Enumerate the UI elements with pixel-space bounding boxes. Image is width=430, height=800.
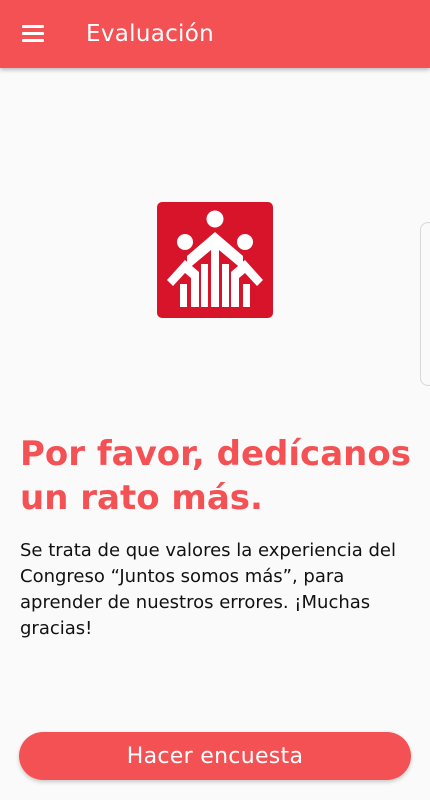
app-toolbar: Evaluación [0, 0, 430, 68]
side-drawer-handle[interactable] [420, 222, 430, 386]
toolbar-title: Evaluación [86, 21, 214, 47]
headline: Por favor, dedícanos un rato más. [20, 434, 411, 518]
people-logo-icon [157, 202, 273, 318]
evaluation-screen: Evaluación Por favor, dedícanos un rato … [0, 0, 430, 800]
survey-button[interactable]: Hacer encuesta [19, 732, 411, 780]
description-text: Se trata de que valores la experiencia d… [20, 540, 396, 639]
menu-icon[interactable] [20, 24, 46, 44]
